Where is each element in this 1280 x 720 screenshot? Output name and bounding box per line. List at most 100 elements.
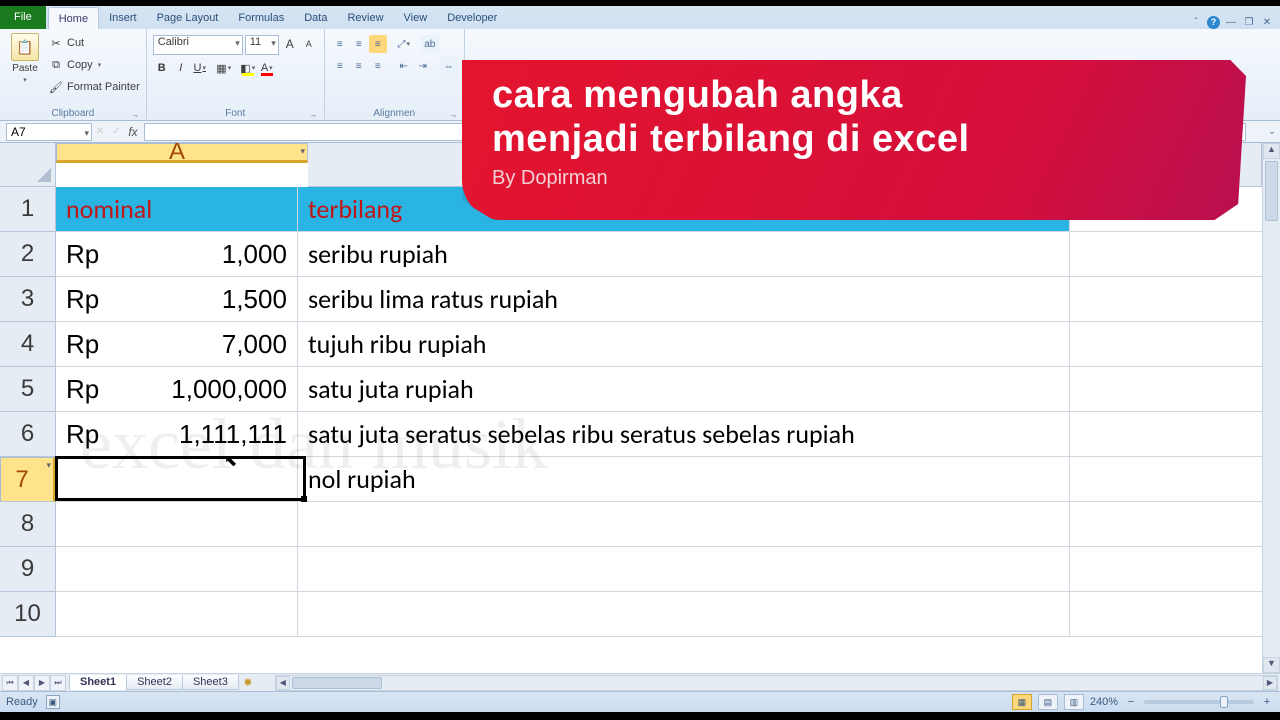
decrease-indent-button[interactable]: ⇤ [395, 57, 413, 75]
row-header-3[interactable]: 3 [0, 277, 56, 322]
sheet-tab-sheet3[interactable]: Sheet3 [182, 675, 239, 690]
row-header-10[interactable]: 10 [0, 592, 56, 637]
cell-A7[interactable] [56, 457, 298, 502]
cell-C7[interactable] [1070, 457, 1262, 502]
increase-indent-button[interactable]: ⇥ [414, 57, 432, 75]
italic-button[interactable]: I [172, 59, 190, 77]
window-restore-icon[interactable]: ❐ [1242, 15, 1256, 29]
underline-button[interactable]: U [191, 59, 209, 77]
cell-empty[interactable] [298, 592, 1070, 637]
view-normal-button[interactable]: ▦ [1012, 694, 1032, 710]
cell-A1[interactable]: nominal [56, 187, 298, 232]
zoom-level[interactable]: 240% [1090, 696, 1118, 708]
row-header-9[interactable]: 9 [0, 547, 56, 592]
sheet-nav-first-icon[interactable]: ⏮ [2, 675, 18, 691]
file-tab[interactable]: File [0, 6, 46, 29]
window-close-icon[interactable]: ✕ [1260, 15, 1274, 29]
font-size-select[interactable]: 11 [245, 35, 279, 55]
help-icon[interactable]: ? [1207, 16, 1220, 29]
cell-C6[interactable] [1070, 412, 1262, 457]
sheet-nav-last-icon[interactable]: ⏭ [50, 675, 66, 691]
cell-A2[interactable]: Rp1,000 [56, 232, 298, 277]
align-middle-button[interactable]: ≡ [350, 35, 368, 53]
decrease-font-button[interactable]: A [300, 35, 318, 53]
cell-B7[interactable]: nol rupiah [298, 457, 1070, 502]
ribbon-minimize-icon[interactable]: ˆ [1189, 15, 1203, 29]
column-header-A[interactable]: A [56, 143, 308, 163]
cell-A5[interactable]: Rp1,000,000 [56, 367, 298, 412]
scroll-left-icon[interactable]: ◀ [276, 676, 290, 690]
copy-button[interactable]: ⧉Copy▾ [48, 55, 140, 75]
cell-B4[interactable]: tujuh ribu rupiah [298, 322, 1070, 367]
macro-record-icon[interactable]: ▣ [46, 695, 60, 709]
align-bottom-button[interactable]: ≡ [369, 35, 387, 53]
cell-empty[interactable] [56, 547, 298, 592]
ribbon-tab-review[interactable]: Review [337, 7, 393, 29]
ribbon-tab-insert[interactable]: Insert [99, 7, 147, 29]
cell-empty[interactable] [1070, 547, 1262, 592]
vertical-scrollbar[interactable]: ▲ ▼ [1262, 143, 1280, 673]
align-top-button[interactable]: ≡ [331, 35, 349, 53]
cell-empty[interactable] [56, 592, 298, 637]
cell-A6[interactable]: Rp1,111,111 [56, 412, 298, 457]
cell-B2[interactable]: seribu rupiah [298, 232, 1070, 277]
cell-A3[interactable]: Rp1,500 [56, 277, 298, 322]
formula-expand-icon[interactable]: ⌄ [1264, 126, 1280, 137]
sheet-tab-sheet1[interactable]: Sheet1 [69, 675, 127, 690]
fill-color-button[interactable]: ◧ [239, 59, 257, 77]
scroll-down-icon[interactable]: ▼ [1263, 657, 1280, 673]
zoom-slider[interactable] [1144, 700, 1254, 704]
cell-C4[interactable] [1070, 322, 1262, 367]
paste-button[interactable]: 📋 Paste ▾ [6, 31, 44, 107]
cell-C3[interactable] [1070, 277, 1262, 322]
name-box[interactable]: A7 [6, 123, 92, 141]
ribbon-tab-developer[interactable]: Developer [437, 7, 507, 29]
cell-empty[interactable] [298, 547, 1070, 592]
font-color-button[interactable]: A [258, 59, 276, 77]
cell-empty[interactable] [56, 502, 298, 547]
ribbon-tab-page-layout[interactable]: Page Layout [147, 7, 229, 29]
sheet-nav-next-icon[interactable]: ▶ [34, 675, 50, 691]
vscroll-thumb[interactable] [1265, 161, 1278, 221]
horizontal-scrollbar[interactable]: ◀ ▶ [275, 675, 1278, 691]
merge-center-button[interactable]: ⇔ [440, 57, 458, 75]
row-header-2[interactable]: 2 [0, 232, 56, 277]
view-layout-button[interactable]: ▤ [1038, 694, 1058, 710]
new-sheet-button[interactable]: ✸ [239, 676, 257, 689]
wrap-text-button[interactable]: ab [421, 35, 439, 53]
row-header-7[interactable]: 7 [0, 457, 56, 502]
align-center-button[interactable]: ≡ [350, 57, 368, 75]
row-header-5[interactable]: 5 [0, 367, 56, 412]
row-header-6[interactable]: 6 [0, 412, 56, 457]
cancel-formula-icon[interactable]: ✕ [96, 126, 104, 137]
ribbon-tab-data[interactable]: Data [294, 7, 337, 29]
zoom-out-button[interactable]: − [1124, 696, 1138, 708]
orientation-button[interactable]: ⤢ [395, 35, 413, 53]
bold-button[interactable]: B [153, 59, 171, 77]
cell-empty[interactable] [1070, 592, 1262, 637]
cell-B6[interactable]: satu juta seratus sebelas ribu seratus s… [298, 412, 1070, 457]
format-painter-button[interactable]: 🖌Format Painter [48, 77, 140, 97]
row-header-1[interactable]: 1 [0, 187, 56, 232]
window-minimize-icon[interactable]: — [1224, 15, 1238, 29]
cut-button[interactable]: ✂Cut [48, 33, 140, 53]
zoom-knob[interactable] [1220, 696, 1228, 708]
ribbon-tab-formulas[interactable]: Formulas [228, 7, 294, 29]
font-name-select[interactable]: Calibri [153, 35, 243, 55]
accept-formula-icon[interactable]: ✓ [112, 126, 120, 137]
ribbon-tab-view[interactable]: View [394, 7, 438, 29]
cell-B3[interactable]: seribu lima ratus rupiah [298, 277, 1070, 322]
cell-A4[interactable]: Rp7,000 [56, 322, 298, 367]
hscroll-thumb[interactable] [292, 677, 382, 689]
cell-empty[interactable] [1070, 502, 1262, 547]
row-header-4[interactable]: 4 [0, 322, 56, 367]
view-pagebreak-button[interactable]: ▥ [1064, 694, 1084, 710]
select-all-corner[interactable] [0, 143, 56, 187]
sheet-tab-sheet2[interactable]: Sheet2 [126, 675, 183, 690]
zoom-in-button[interactable]: + [1260, 696, 1274, 708]
fx-button[interactable]: fx [122, 125, 144, 139]
scroll-right-icon[interactable]: ▶ [1263, 676, 1277, 690]
align-right-button[interactable]: ≡ [369, 57, 387, 75]
cell-C2[interactable] [1070, 232, 1262, 277]
align-left-button[interactable]: ≡ [331, 57, 349, 75]
